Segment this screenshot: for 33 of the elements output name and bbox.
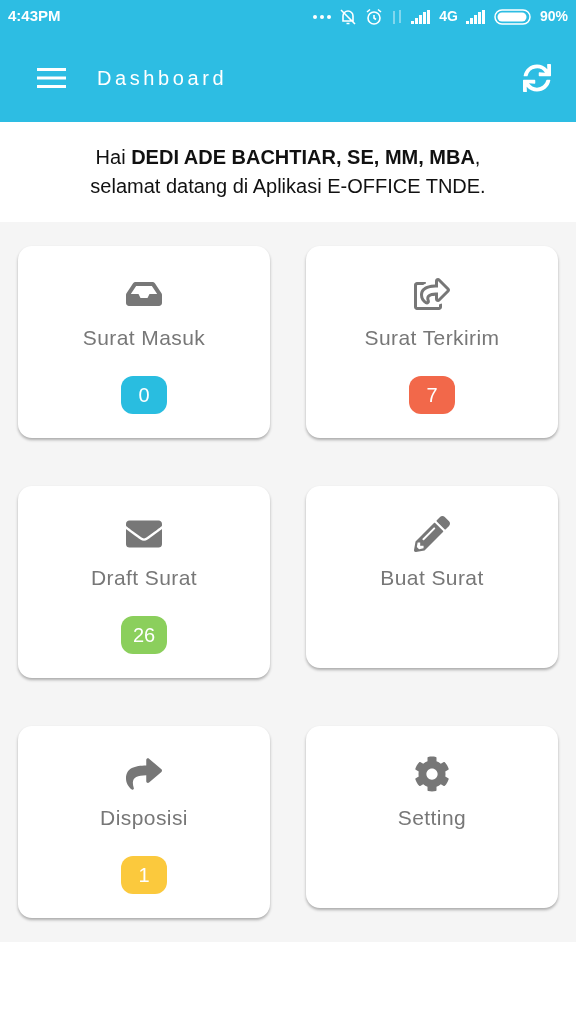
card-label: Surat Masuk: [82, 325, 206, 351]
count-badge: 7: [409, 375, 455, 414]
count-badge: 1: [121, 855, 167, 894]
battery-percent: 90%: [539, 7, 568, 26]
card-label: Setting: [397, 805, 467, 831]
battery-icon: [493, 8, 532, 25]
menu-card[interactable]: Surat Terkirim 7: [306, 246, 558, 438]
signal-icon: [465, 9, 486, 24]
more-icon: [313, 15, 332, 19]
pencil-icon: [414, 516, 450, 552]
count-badge: 26: [120, 615, 168, 654]
count-badge: 0: [121, 375, 167, 414]
signal-icon: [411, 9, 432, 24]
settings-icon: [414, 756, 450, 792]
alarm-icon: [365, 7, 384, 26]
card-label: Draft Surat: [90, 565, 198, 591]
menu-card[interactable]: Setting: [306, 726, 558, 908]
menu-card[interactable]: Buat Surat: [306, 486, 558, 668]
network-type: 4G: [439, 7, 458, 26]
welcome-text: Hai DEDI ADE BACHTIAR, SE, MM, MBA, selamat datang di Aplikasi E-OFFICE TNDE.: [90, 145, 486, 199]
share-icon: [414, 276, 450, 312]
menu-card[interactable]: Surat Masuk 0: [18, 246, 270, 438]
menu-card[interactable]: Disposisi 1: [18, 726, 270, 918]
menu-icon[interactable]: [37, 67, 66, 88]
card-label: Disposisi: [100, 805, 188, 831]
status-time: 4:43PM: [8, 6, 61, 27]
card-label: Surat Terkirim: [364, 325, 500, 351]
refresh-icon[interactable]: [523, 63, 551, 92]
bell-off-icon: [339, 7, 358, 26]
app-title: Dashboard: [97, 65, 229, 91]
card-label: Buat Surat: [380, 565, 484, 591]
menu-card[interactable]: Draft Surat 26: [18, 486, 270, 678]
arrow-icon: [126, 756, 162, 792]
